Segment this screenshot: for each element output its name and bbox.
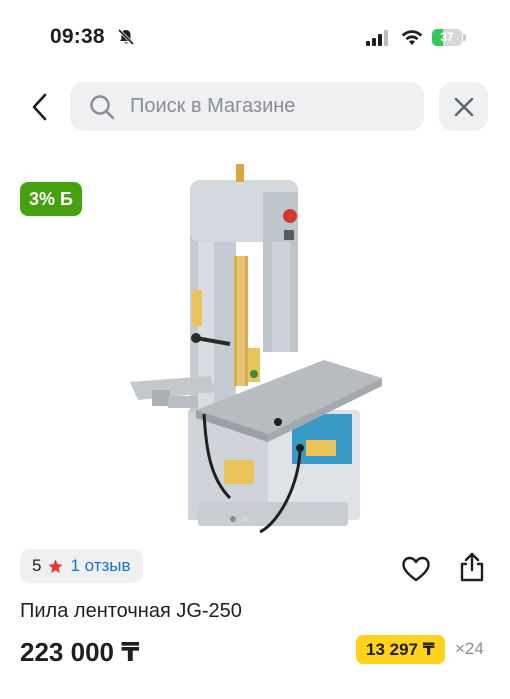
search-input[interactable] <box>130 82 410 131</box>
share-icon <box>460 552 484 582</box>
product-title: Пила ленточная JG-250 <box>20 600 242 622</box>
share-button[interactable] <box>452 547 492 587</box>
star-icon <box>48 558 64 573</box>
product-image[interactable] <box>110 152 400 542</box>
installment-price-badge[interactable]: 13 297 ₸ <box>356 635 445 664</box>
reviews-link[interactable]: 1 отзыв <box>70 556 130 576</box>
wifi-icon <box>401 30 423 45</box>
chevron-left-icon <box>32 93 47 121</box>
cashback-badge: 3% Б <box>20 182 82 216</box>
cellular-signal-icon <box>366 30 388 46</box>
heart-icon <box>402 556 430 582</box>
battery-indicator: 37 <box>432 29 466 46</box>
battery-level: 37 <box>440 30 454 44</box>
close-button[interactable] <box>439 82 488 131</box>
rating-pill[interactable]: 5 1 отзыв <box>20 549 143 583</box>
back-button[interactable] <box>22 86 58 128</box>
carousel-dot[interactable] <box>242 516 248 522</box>
product-price: 223 000 ₸ <box>20 637 140 667</box>
rating-value: 5 <box>32 556 42 575</box>
favorite-button[interactable] <box>396 549 436 589</box>
carousel-dot-active[interactable] <box>230 516 236 522</box>
search-bar[interactable] <box>70 82 424 131</box>
status-time: 09:38 <box>50 25 105 48</box>
search-icon <box>90 95 115 120</box>
carousel-dots[interactable] <box>230 516 248 522</box>
installment-months: ×24 <box>455 639 484 658</box>
bell-slash-icon <box>117 28 135 46</box>
close-icon <box>454 97 473 116</box>
status-bar: 09:38 37 <box>0 0 510 74</box>
